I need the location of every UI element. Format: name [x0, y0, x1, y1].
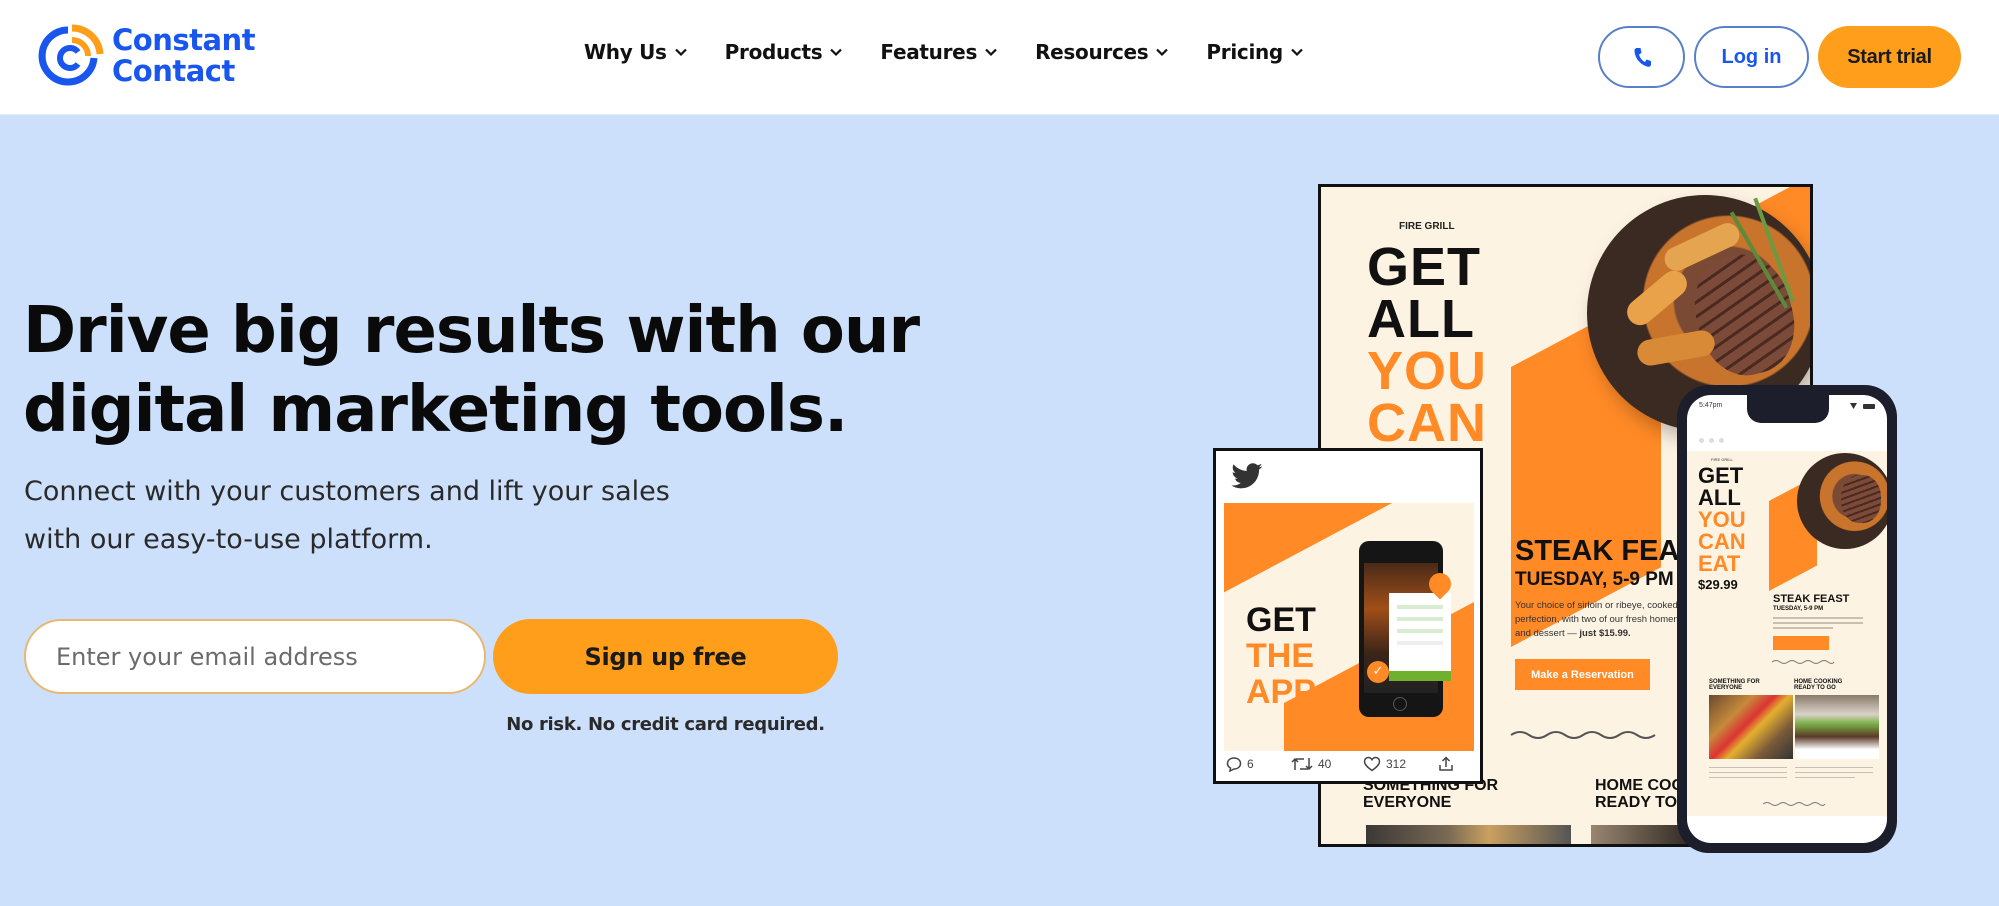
nav-label: Resources: [1035, 40, 1149, 64]
hero-subtitle-line1: Connect with your customers and lift you…: [24, 476, 670, 507]
poster-brand: FIRE GRILL: [1399, 221, 1455, 232]
text-line: [1795, 777, 1855, 778]
nav-label: Why Us: [584, 40, 667, 64]
phone-reservation-button: [1773, 636, 1829, 650]
hero-title-line2: digital marketing tools.: [23, 373, 848, 447]
wavy-divider-icon: [1510, 731, 1656, 739]
retweet-count: 40: [1318, 757, 1332, 771]
steak-plate-image: [1797, 453, 1887, 549]
tweet-headline-1: GET: [1246, 601, 1316, 639]
phone-headline-5: EAT: [1698, 551, 1741, 576]
reply-icon: [1226, 757, 1242, 772]
logo-text-line1: Constant: [112, 23, 256, 57]
wavy-divider-icon: [1771, 660, 1835, 664]
heart-icon: [1363, 756, 1381, 772]
text-line: [1773, 622, 1863, 624]
text-line: [1773, 617, 1863, 619]
like-action: 312: [1363, 756, 1438, 772]
text-line: [1709, 777, 1787, 778]
text-line: [1773, 627, 1833, 629]
phone-icon: [1634, 48, 1651, 67]
poster-headline-3: YOU: [1367, 341, 1488, 401]
like-count: 312: [1386, 757, 1407, 771]
phone-email-content: FIRE GRILL GET ALL YOU CAN EAT $29.99 ST…: [1687, 451, 1887, 816]
login-button[interactable]: Log in: [1694, 26, 1809, 88]
app-phone-image: ✓: [1359, 541, 1456, 717]
logo-mark-icon: [38, 24, 104, 86]
chevron-down-icon: [830, 48, 843, 57]
main-nav: Why Us Products Features Resources Prici…: [584, 40, 1341, 64]
poster-headline-2: ALL: [1367, 289, 1475, 349]
start-trial-button[interactable]: Start trial: [1818, 26, 1961, 88]
phone-brand: FIRE GRILL: [1711, 457, 1733, 462]
constant-contact-logo[interactable]: Constant Contact: [38, 22, 256, 90]
poster-event-time: TUESDAY, 5-9 PM: [1515, 569, 1674, 590]
text-line: [1795, 772, 1873, 773]
twitter-bird-icon: [1231, 463, 1263, 489]
share-action: [1438, 756, 1454, 772]
tweet-actions: 6 40 312: [1226, 756, 1476, 772]
wavy-divider-icon: [1762, 802, 1826, 806]
nav-label: Products: [724, 40, 823, 64]
nav-label: Pricing: [1206, 40, 1283, 64]
phone-headline-4: CAN: [1698, 529, 1746, 554]
phone-headline-1: GET: [1698, 463, 1744, 488]
header-actions: Log in Start trial: [1598, 26, 1961, 88]
no-risk-note: No risk. No credit card required.: [506, 714, 825, 735]
grill-food-image: [1366, 825, 1571, 844]
hero-title-line1: Drive big results with our: [23, 294, 920, 368]
phone-section-2-heading: HOME COOKING READY TO GO: [1794, 679, 1843, 691]
chevron-down-icon: [1156, 48, 1169, 57]
battery-icon: [1863, 404, 1875, 409]
phone-headline-2: ALL: [1698, 485, 1741, 510]
get-the-app-image: GET THE APP ✓: [1224, 503, 1474, 751]
wifi-icon: [1850, 403, 1857, 409]
retweet-action: 40: [1291, 756, 1363, 772]
nav-why-us[interactable]: Why Us: [584, 40, 688, 64]
hero-subtitle: Connect with your customers and lift you…: [24, 468, 784, 564]
phone-headline-3: YOU: [1698, 507, 1746, 532]
nav-features[interactable]: Features: [880, 40, 998, 64]
make-reservation-button: Make a Reservation: [1515, 659, 1650, 690]
retweet-icon: [1291, 757, 1313, 771]
phone-screen: 5:47pm FIRE GRILL GET ALL YOU CAN EAT $2…: [1687, 395, 1887, 843]
phone-section-1-heading: SOMETHING FOR EVERYONE: [1709, 679, 1760, 691]
phone-time: 5:47pm: [1699, 402, 1723, 409]
hero-title: Drive big results with our digital marke…: [23, 292, 923, 450]
nav-pricing[interactable]: Pricing: [1206, 40, 1304, 64]
text-line: [1709, 772, 1787, 773]
share-icon: [1439, 756, 1453, 771]
twitter-post-preview: GET THE APP ✓ 6 40 312: [1213, 448, 1483, 784]
grill-food-image: [1709, 695, 1793, 759]
nav-label: Features: [880, 40, 978, 64]
chevron-down-icon: [1291, 48, 1303, 57]
text-line: [1795, 767, 1873, 768]
text-line: [1709, 767, 1787, 768]
reply-count: 6: [1247, 757, 1254, 771]
phone-notch: [1747, 395, 1829, 423]
logo-text-line2: Contact: [112, 54, 235, 88]
desc-price: just $15.99.: [1579, 628, 1631, 639]
tweet-headline-2: THE: [1246, 637, 1314, 675]
phone-price: $29.99: [1698, 577, 1738, 592]
email-input[interactable]: [24, 619, 486, 694]
hero-subtitle-line2: with our easy-to-use platform.: [24, 524, 433, 555]
browser-dots: [1699, 438, 1724, 443]
nav-resources[interactable]: Resources: [1035, 40, 1169, 64]
site-header: Constant Contact Why Us Products Feature…: [0, 0, 1999, 115]
home-cooking-image: [1795, 695, 1879, 759]
chevron-down-icon: [985, 48, 997, 57]
poster-headline-4: CAN: [1367, 393, 1487, 453]
phone-event-time: TUESDAY, 5-9 PM: [1773, 606, 1824, 612]
nav-products[interactable]: Products: [725, 40, 844, 64]
phone-event-title: STEAK FEAST: [1773, 593, 1850, 605]
chevron-down-icon: [674, 48, 687, 57]
sign-up-free-button[interactable]: Sign up free: [493, 619, 838, 694]
poster-headline-1: GET: [1367, 237, 1482, 297]
phone-preview: 5:47pm FIRE GRILL GET ALL YOU CAN EAT $2…: [1677, 385, 1897, 853]
reply-action: 6: [1226, 756, 1291, 772]
tweet-headline-3: APP: [1246, 673, 1316, 711]
phone-button[interactable]: [1598, 26, 1685, 88]
